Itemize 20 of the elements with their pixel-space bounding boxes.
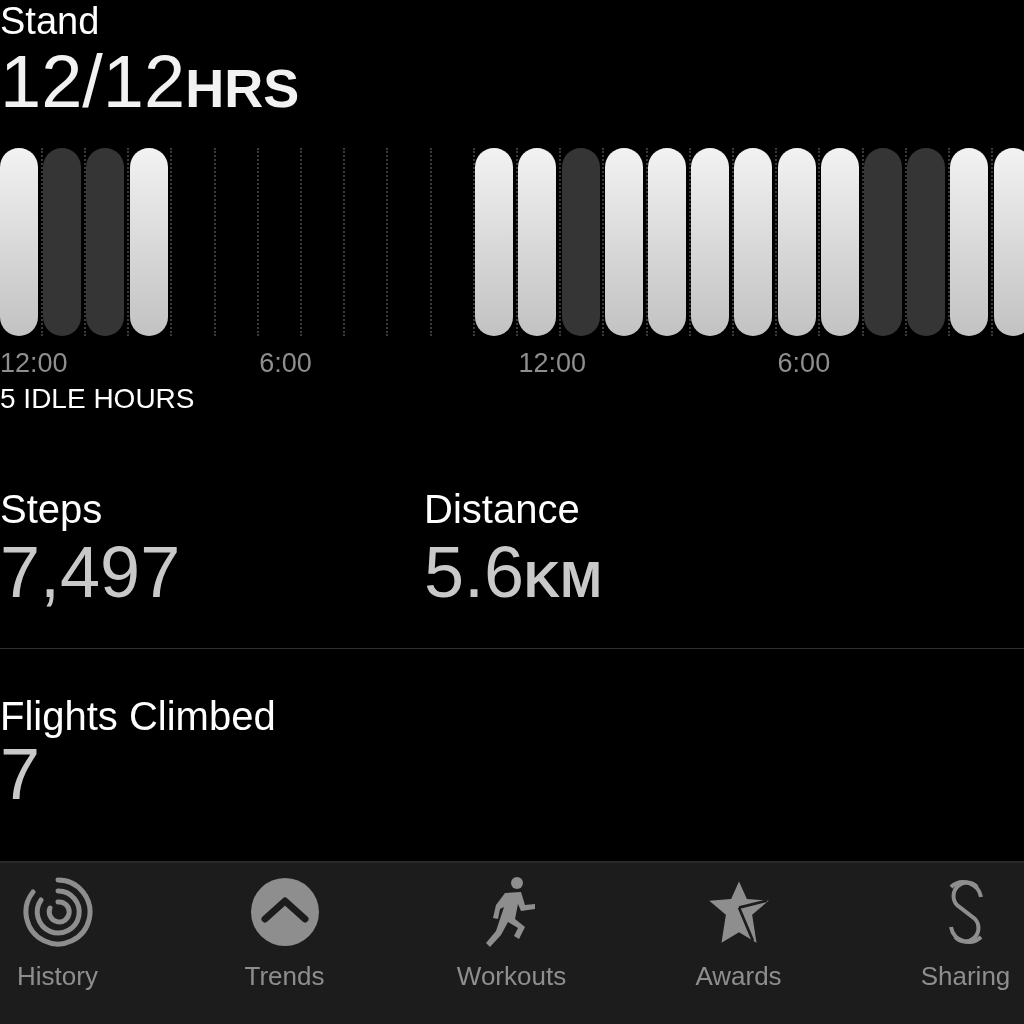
time-label: 6:00: [259, 348, 312, 379]
time-label: 6:00: [777, 348, 831, 379]
flights-label: Flights Climbed: [0, 693, 277, 739]
flights-value: 7: [0, 739, 41, 809]
stand-title: Stand: [0, 0, 101, 42]
tab[interactable]: History: [0, 863, 171, 1024]
idle-hours-text: 5 IDLE HOURS: [0, 382, 196, 416]
tab[interactable]: Trends: [171, 863, 398, 1024]
metric-label: Steps: [0, 486, 104, 532]
metric-value: 7,497: [0, 532, 182, 612]
metric-value: 5.6KM: [424, 532, 603, 614]
tab[interactable]: Workouts: [398, 863, 625, 1024]
chevron-up-icon: [249, 877, 320, 947]
time-label: 12:00: [518, 348, 586, 379]
tab[interactable]: Awards: [625, 863, 852, 1024]
time-label: 12:00: [0, 348, 68, 379]
tab[interactable]: Sharing: [852, 863, 1024, 1024]
metric-label: Distance: [424, 486, 581, 532]
rings-icon: [22, 877, 93, 947]
stand-value: 12/12HRS: [0, 42, 301, 125]
